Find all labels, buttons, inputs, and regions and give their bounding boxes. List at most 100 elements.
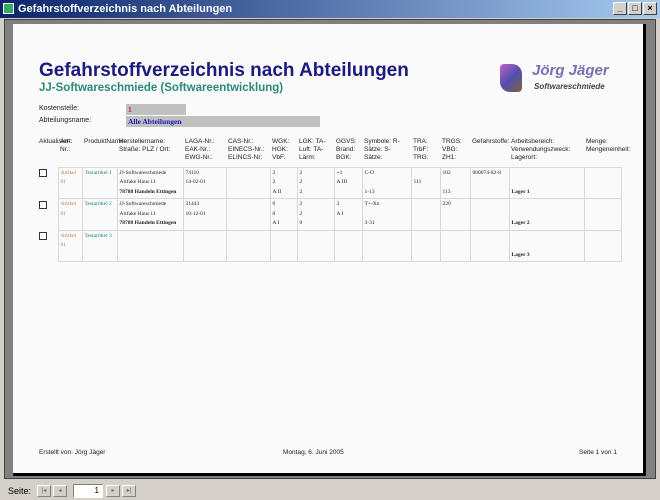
- trgs-cell: [439, 229, 471, 262]
- report-subtitle: JJ-Softwareschmiede (Softwareentwicklung…: [39, 82, 284, 94]
- table-row: Artikel 01 Testartikel 3 Lager 3: [37, 229, 622, 262]
- column-header: ProduktName:: [84, 138, 126, 145]
- trgs-line: 113: [442, 188, 451, 195]
- close-button[interactable]: ×: [643, 2, 657, 15]
- lgk-cell: 2 2 0: [296, 198, 335, 231]
- ggvs-line: A I: [336, 210, 344, 217]
- trgs-cell: 220: [439, 198, 471, 231]
- aktualisiert-checkbox[interactable]: [39, 200, 47, 209]
- next-page-button[interactable]: ▸: [106, 485, 120, 497]
- column-header: Art-Nr.:: [60, 138, 71, 153]
- footer-date: Montag, 6. Juni 2005: [283, 449, 344, 456]
- arb-line: [512, 210, 582, 220]
- lgk-line: 0: [299, 220, 303, 226]
- aktualisiert-checkbox[interactable]: [39, 232, 47, 240]
- abteilung-label: Abteilungsname:: [39, 117, 92, 124]
- wgk-line: [273, 251, 295, 261]
- lgk-cell: [296, 229, 335, 262]
- aktualisiert-cell: [37, 199, 58, 231]
- laga-line: 10-12-01: [185, 210, 206, 217]
- aktualisiert-cell: [37, 167, 58, 199]
- tra-line: [414, 251, 438, 261]
- table-row: Artikel 01 Testartikel 1 JJ-Softwareschmie…: [37, 166, 622, 199]
- column-header: Symbole: R-Sätze: S-Sätze:: [364, 138, 400, 161]
- lgk-line: 2: [299, 179, 303, 185]
- column-header: Arbeitsbereich: Verwendungszweck: Lagero…: [511, 138, 571, 161]
- herst-cell: JJ-Softwareschmiede Artfake Haus 11 78788 …: [116, 166, 184, 199]
- kostenstelle-label: Kostenstelle:: [39, 105, 80, 112]
- arb-line: [512, 169, 582, 179]
- arb-line: [512, 241, 582, 251]
- sym-line: [365, 232, 409, 242]
- arb-line: [512, 232, 582, 242]
- ggvs-line: [337, 241, 360, 251]
- lgk-line: [300, 251, 332, 261]
- herst-cell: [116, 229, 184, 262]
- lgk-line: 2: [299, 188, 303, 195]
- ggvs-line: [337, 188, 360, 198]
- art-value: Artikel 01: [60, 201, 77, 217]
- cas-line: [229, 241, 268, 251]
- last-page-button[interactable]: ▸|: [122, 485, 136, 497]
- lgk-line: 2: [299, 169, 303, 176]
- laga-line: 14-02-01: [185, 179, 206, 185]
- tra-cell: [410, 198, 441, 231]
- menge-cell: [583, 166, 622, 199]
- tra-line: [414, 210, 438, 220]
- wgk-cell: [269, 229, 298, 262]
- tra-line: [414, 232, 438, 242]
- wgk-line: A II: [272, 188, 282, 195]
- lgk-line: 2: [299, 201, 303, 207]
- prod-value: Testartikel 3: [84, 232, 112, 239]
- company-logo: Jörg Jäger Softwareschmiede: [500, 62, 625, 96]
- sym-line: [365, 178, 409, 188]
- sym-line: 3-31: [364, 220, 375, 226]
- lgk-line: [300, 232, 332, 242]
- trgs-line: [443, 251, 468, 261]
- aktualisiert-cell: [37, 230, 58, 262]
- art-value: Artikel 01: [60, 232, 77, 249]
- column-header: LGK: TA-Luft: TA-Lärm:: [299, 138, 326, 161]
- trgs-line: 220: [442, 201, 451, 207]
- cas-line: [229, 210, 268, 220]
- ggvs-line: 3: [336, 201, 340, 207]
- column-header: Herstellername: Straße: PLZ / Ort:: [119, 138, 171, 153]
- ggvs-cell: 3 A I: [333, 198, 363, 231]
- prod-cell: Testartikel 3: [81, 229, 118, 262]
- window-title: Gefahrstoffverzeichnis nach Abteilungen: [18, 3, 233, 15]
- column-header: Menge: Mengeneinheit:: [586, 138, 631, 153]
- arb-cell: Lager 3: [508, 229, 585, 262]
- trgs-line: [443, 178, 468, 188]
- maximize-button[interactable]: □: [628, 2, 642, 15]
- laga-cell: 74110 14-02-01: [182, 166, 227, 199]
- trgs-line: [443, 210, 468, 220]
- prev-page-button[interactable]: ◂: [53, 485, 67, 497]
- art-cell: Artikel 01: [57, 198, 83, 231]
- page-number-input[interactable]: 1: [73, 484, 103, 498]
- wgk-line: 0: [272, 210, 276, 217]
- arb-line: [512, 200, 582, 210]
- sym-line: [365, 210, 409, 220]
- herst-line: JJ-Softwareschmiede: [119, 201, 167, 207]
- tra-line: [414, 241, 438, 251]
- sym-line: [365, 251, 409, 261]
- art-cell: Artikel 01: [57, 166, 83, 199]
- first-page-button[interactable]: |◂: [37, 485, 51, 497]
- arb-line: Lager 1: [511, 188, 530, 195]
- hazard-table: Aktualisiert: Art-Nr.: ProduktName: Herstel…: [37, 137, 631, 262]
- tra-cell: [410, 229, 441, 262]
- herst-line: 78788 Handeln Ettingen: [119, 188, 177, 195]
- column-header: WGK: HGK: VbF:: [272, 138, 290, 161]
- page-label: Seite:: [8, 486, 32, 496]
- wgk-line: [273, 232, 295, 242]
- laga-line: [186, 219, 224, 229]
- wgk-line: 0: [272, 201, 276, 207]
- column-header: LAGA-Nr.: EAK-Nr.: EWG-Nr.:: [185, 138, 215, 161]
- laga-line: [186, 232, 224, 242]
- gef-cell: 000074-82-8: [469, 166, 510, 199]
- aktualisiert-checkbox[interactable]: [39, 169, 47, 177]
- herst-line: [120, 232, 181, 242]
- cas-line: [229, 219, 268, 229]
- minimize-button[interactable]: _: [613, 2, 627, 15]
- herst-cell: JJ-Softwareschmiede Artfake Haus 11 78788 …: [116, 198, 184, 231]
